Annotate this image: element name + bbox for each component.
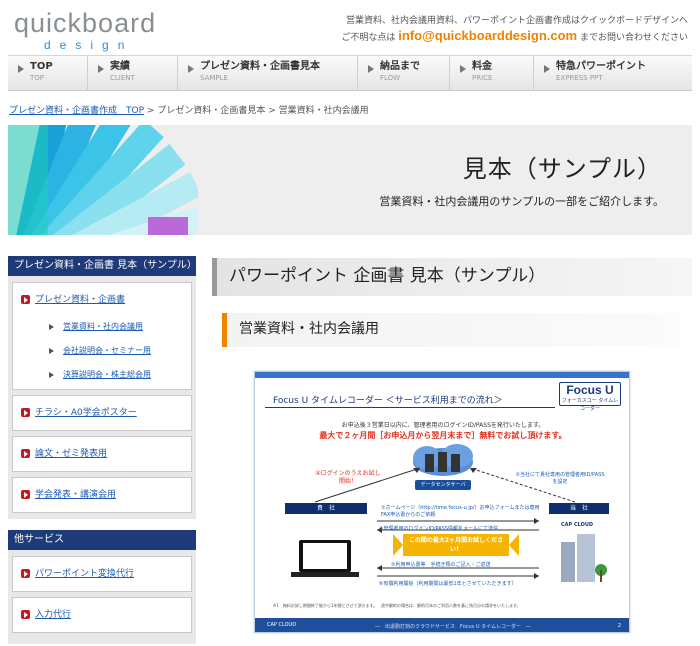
slide-footer-logo: CAP CLOUD: [267, 622, 297, 628]
nav-label: TOP: [30, 61, 53, 72]
datacenter-label: データセンタサーバ: [415, 480, 471, 490]
contact-suffix: までお問い合わせください: [579, 33, 688, 43]
sidebar-sublink-seminar[interactable]: 会社説明会・セミナー用: [13, 345, 191, 357]
breadcrumb-separator: >: [268, 106, 276, 116]
nav-sublabel: EXPRESS PPT: [556, 74, 603, 82]
nav-sublabel: FLOW: [380, 74, 401, 82]
nav-item-express[interactable]: 特急パワーポイント EXPRESS PPT: [534, 56, 692, 91]
sidebar-section-title: 他サービス: [8, 530, 196, 550]
sidebar-link-thesis[interactable]: 論文・ゼミ発表用: [13, 447, 191, 461]
nav-label: 納品まで: [380, 61, 420, 72]
slide-footnote: ※1 無料お試し期間終了後から1年間とさせて頂きます。 途中解約の場合は、解約月…: [273, 603, 521, 608]
cloud-server-icon: [413, 444, 473, 476]
company-left-label: 貴 社: [285, 503, 367, 514]
nav-label: 料金: [472, 61, 492, 72]
header-contact: ご不明な点は info@quickboarddesign.com までお問い合わ…: [341, 28, 688, 43]
sidebar-sublink-sales[interactable]: 営業資料・社内会議用: [13, 321, 191, 333]
company-right-label: 当 社: [549, 503, 609, 514]
nav-sublabel: SAMPLE: [200, 74, 228, 82]
sidebar-sublink-shareholders[interactable]: 決算説明会・株主総会用: [13, 369, 191, 381]
breadcrumb-level2: プレゼン資料・企画書見本: [157, 106, 266, 116]
quickboard-logo[interactable]: quickboard design: [14, 8, 184, 52]
hero-title: 見本（サンプル）: [462, 155, 662, 183]
nav-label: プレゼン資料・企画書見本: [200, 61, 320, 72]
nav-item-top[interactable]: TOP TOP: [8, 56, 88, 91]
sample-slide-image[interactable]: Focus U タイムレコーダー ＜サービス利用までの流れ＞ Focus U フ…: [254, 371, 630, 633]
slide-building-label: CAP CLOUD: [561, 522, 594, 528]
nav-item-price[interactable]: 料金 PRICE: [450, 56, 534, 91]
sidebar-link-data-entry[interactable]: 入力代行: [13, 608, 191, 622]
sidebar-card: 入力代行: [12, 597, 192, 633]
nav-sublabel: CLIENT: [110, 74, 135, 82]
slide-footer: CAP CLOUD ― 出退勤打刻のクラウドサービス Focus U タイムレコ…: [255, 618, 629, 632]
nav-item-client[interactable]: 実績 CLIENT: [88, 56, 178, 91]
nav-sublabel: TOP: [30, 74, 45, 82]
breadcrumb: プレゼン資料・企画書作成 TOP > プレゼン資料・企画書見本 > 営業資料・社…: [9, 103, 369, 116]
nav-label: 特急パワーポイント: [556, 61, 646, 72]
global-nav: TOP TOP 実績 CLIENT プレゼン資料・企画書見本 SAMPLE 納品…: [8, 55, 692, 91]
breadcrumb-current: 営業資料・社内会議用: [278, 106, 369, 116]
sidebar-card: 論文・ゼミ発表用: [12, 436, 192, 472]
breadcrumb-separator: >: [146, 106, 155, 116]
sidebar-card: 学会発表・講演会用: [12, 477, 192, 513]
sidebar-card: プレゼン資料・企画書 営業資料・社内会議用 会社説明会・セミナー用 決算説明会・…: [12, 282, 192, 390]
laptop-icon: [291, 540, 359, 577]
sidebar: プレゼン資料・企画書 見本（サンプル） プレゼン資料・企画書 営業資料・社内会議…: [8, 256, 197, 644]
nav-sublabel: PRICE: [472, 74, 493, 82]
slide-note-right: ②当社にて貴社専用の管理者用ID/PASSを設定: [515, 472, 605, 485]
slide-diagram-graphics: [291, 444, 607, 582]
sidebar-card: パワーポイント変換代行: [12, 556, 192, 592]
header-tagline: 営業資料、社内会議用資料、パワーポイント企画書作成はクイックボードデザインへ: [345, 16, 688, 26]
hero-banner: 見本（サンプル） 営業資料・社内会議用のサンプルの一部をご紹介します。: [8, 125, 692, 235]
logo-text: quickboard: [14, 8, 157, 38]
logo-subtext: design: [44, 38, 134, 52]
nav-label: 実績: [110, 61, 130, 72]
sidebar-section-body: パワーポイント変換代行 入力代行: [8, 550, 196, 644]
sidebar-link-flyer-poster[interactable]: チラシ・A0学会ポスター: [13, 406, 191, 420]
contact-prefix: ご不明な点は: [341, 33, 396, 43]
slide-footer-text: ― 出退勤打刻のクラウドサービス Focus U タイムレコーダー ―: [375, 624, 532, 630]
slide-page-number: 2: [617, 623, 621, 629]
breadcrumb-home-link[interactable]: プレゼン資料・企画書作成 TOP: [9, 106, 144, 116]
sidebar-link-ppt-conversion[interactable]: パワーポイント変換代行: [13, 567, 191, 581]
nav-item-flow[interactable]: 納品まで FLOW: [358, 56, 450, 91]
sidebar-section-title: プレゼン資料・企画書 見本（サンプル）: [8, 256, 197, 276]
slide-step-6: ⑥有償利用開始（利用期間は最低1年とさせていただきます）: [379, 581, 517, 587]
page-title: パワーポイント 企画書 見本（サンプル）: [212, 258, 692, 296]
office-building-icon: [561, 534, 607, 582]
sidebar-link-presentation[interactable]: プレゼン資料・企画書: [13, 293, 191, 307]
slide-step-1: ①ホームページ（http://time.focus-u.jp/）お申込フォームま…: [381, 505, 540, 518]
sidebar-section-body: プレゼン資料・企画書 営業資料・社内会議用 会社説明会・セミナー用 決算説明会・…: [8, 276, 196, 519]
slide-promo-banner: この間の最大2ヶ月間お試しください！: [403, 534, 509, 556]
nav-item-sample[interactable]: プレゼン資料・企画書見本 SAMPLE: [178, 56, 358, 91]
sidebar-card: チラシ・A0学会ポスター: [12, 395, 192, 431]
slide-note-left: ④ログインのうえお試し開始！: [315, 470, 381, 485]
contact-email[interactable]: info@quickboarddesign.com: [398, 28, 577, 43]
section-title: 営業資料・社内会議用: [222, 313, 680, 347]
hero-subtitle: 営業資料・社内会議用のサンプルの一部をご紹介します。: [379, 195, 664, 208]
slide-step-3: ③管理者用のログインID/PASS情報をメールにて送信: [379, 526, 498, 532]
site-header: quickboard design 営業資料、社内会議用資料、パワーポイント企画…: [0, 0, 700, 54]
color-swatch-fan-image: [8, 125, 198, 235]
sidebar-link-conference[interactable]: 学会発表・講演会用: [13, 488, 191, 502]
slide-step-5: ⑤利用申込書等 手続き類のご記入・ご返送: [391, 562, 491, 568]
